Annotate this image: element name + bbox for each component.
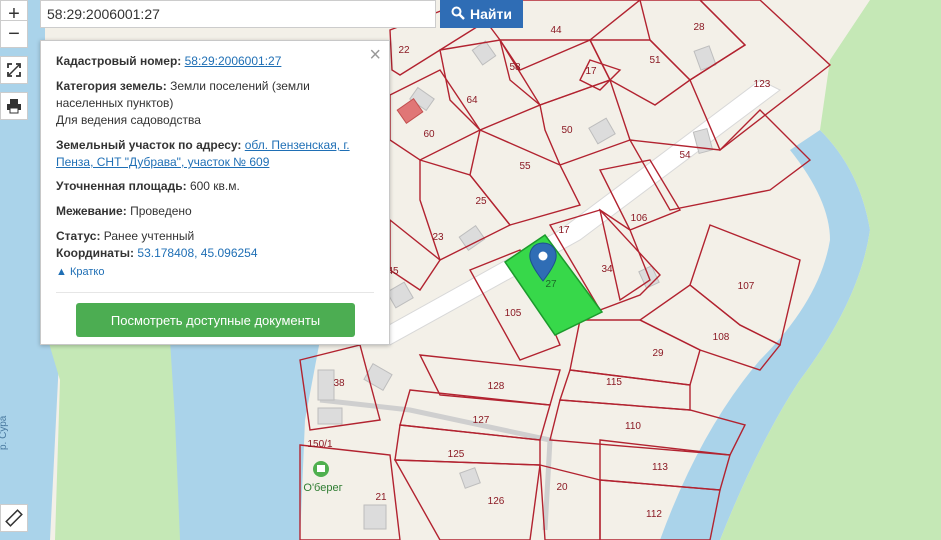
parcel-label: 25	[475, 196, 487, 207]
parcel-label: 29	[652, 348, 664, 359]
parcel-info-popup: × Кадастровый номер: 58:29:2006001:27 Ка…	[40, 40, 390, 345]
category-value: Земли поселений (земли	[170, 79, 310, 93]
parcel-label: 28	[693, 22, 705, 33]
river-middle	[170, 340, 320, 540]
parcel-label: 17	[558, 225, 570, 236]
parcel-label: 150/1	[307, 439, 332, 450]
selected-parcel-label: 27	[545, 279, 557, 290]
parcel-label: 54	[679, 150, 691, 161]
parcel-label: 106	[631, 213, 648, 224]
parcel-label: 105	[505, 308, 522, 319]
parcel-label: 50	[561, 125, 573, 136]
address-link-1[interactable]: обл. Пензенская, г.	[245, 138, 350, 152]
print-button[interactable]	[0, 92, 28, 120]
parcel-label: 127	[473, 415, 490, 426]
survey-row: Межевание: Проведено	[56, 203, 371, 220]
parcel-label: 60	[423, 129, 435, 140]
parcel-label: 112	[646, 509, 662, 520]
river-label: р. Сура	[0, 415, 9, 450]
parcel-label: 107	[738, 281, 755, 292]
status-row: Статус: Ранее учтенный	[56, 228, 371, 245]
search-button-label: Найти	[470, 6, 512, 22]
ruler-icon	[5, 509, 23, 527]
parcel-label: 21	[375, 492, 387, 503]
ruler-button[interactable]	[0, 504, 28, 532]
parcel-label: 128	[488, 381, 505, 392]
coordinates-label: Координаты:	[56, 246, 135, 260]
parcel-label: 115	[606, 377, 622, 388]
view-documents-button[interactable]: Посмотреть доступные документы	[76, 303, 355, 337]
search-icon	[451, 6, 465, 23]
parcel-label: 51	[649, 55, 661, 66]
cadastral-number-link[interactable]: 58:29:2006001:27	[185, 54, 282, 68]
land-category-row: Категория земель: Земли поселений (земли…	[56, 78, 371, 129]
parcel-label: 123	[754, 79, 771, 90]
parcel-label: 20	[556, 482, 568, 493]
parcel-label: 22	[398, 45, 410, 56]
parcel-label: 125	[448, 449, 465, 460]
parcel-label: 44	[550, 25, 562, 36]
status-label: Статус:	[56, 229, 101, 243]
fullscreen-button[interactable]	[0, 56, 28, 84]
parcel-label: 58	[509, 62, 521, 73]
address-link-2[interactable]: Пенза, СНТ "Дубрава", участок № 609	[56, 155, 269, 169]
parcel-label: 108	[713, 332, 730, 343]
coordinates-link[interactable]: 53.178408, 45.096254	[137, 246, 257, 260]
collapse-row: ▲ Кратко	[56, 263, 371, 281]
collapse-icon: ▲	[56, 266, 67, 278]
zoom-out-button[interactable]: −	[0, 20, 28, 48]
parcel-label: 34	[601, 264, 613, 275]
category-label: Категория земель:	[56, 79, 167, 93]
search-button[interactable]: Найти	[440, 0, 523, 28]
usage-value: Для ведения садоводства	[56, 113, 201, 127]
fullscreen-icon	[7, 63, 21, 77]
parcel-label: 113	[652, 462, 668, 473]
parcel-label: 64	[466, 95, 478, 106]
parcel-label: 23	[432, 232, 444, 243]
parcel-label: 38	[333, 378, 345, 389]
shop-poi-icon[interactable]	[313, 461, 329, 477]
area-row: Уточненная площадь: 600 кв.м.	[56, 178, 371, 195]
search-input[interactable]	[40, 0, 436, 28]
parcel-label: 17	[585, 66, 597, 77]
parcel-label: 55	[519, 161, 531, 172]
area-label: Уточненная площадь:	[56, 179, 187, 193]
address-label: Земельный участок по адресу:	[56, 138, 242, 152]
cadastral-number-row: Кадастровый номер: 58:29:2006001:27	[56, 53, 371, 70]
coordinates-row: Координаты: 53.178408, 45.096254	[56, 245, 371, 262]
survey-label: Межевание:	[56, 204, 127, 218]
survey-value: Проведено	[130, 204, 192, 218]
close-icon[interactable]: ×	[369, 45, 381, 65]
zoom-out-label: −	[8, 23, 20, 45]
collapse-label: Кратко	[69, 266, 105, 278]
parcel-label: 126	[488, 496, 505, 507]
area-value: 600 кв.м.	[189, 179, 240, 193]
print-icon	[7, 99, 21, 114]
cadastral-label: Кадастровый номер:	[56, 54, 182, 68]
category-value-2: населенных пунктов)	[56, 96, 174, 110]
poi-label: О'берег	[303, 482, 342, 494]
popup-divider	[56, 292, 374, 293]
parcel-label: 110	[625, 421, 641, 432]
status-value: Ранее учтенный	[103, 229, 195, 243]
collapse-link[interactable]: ▲ Кратко	[56, 266, 104, 278]
address-row: Земельный участок по адресу: обл. Пензен…	[56, 137, 371, 171]
